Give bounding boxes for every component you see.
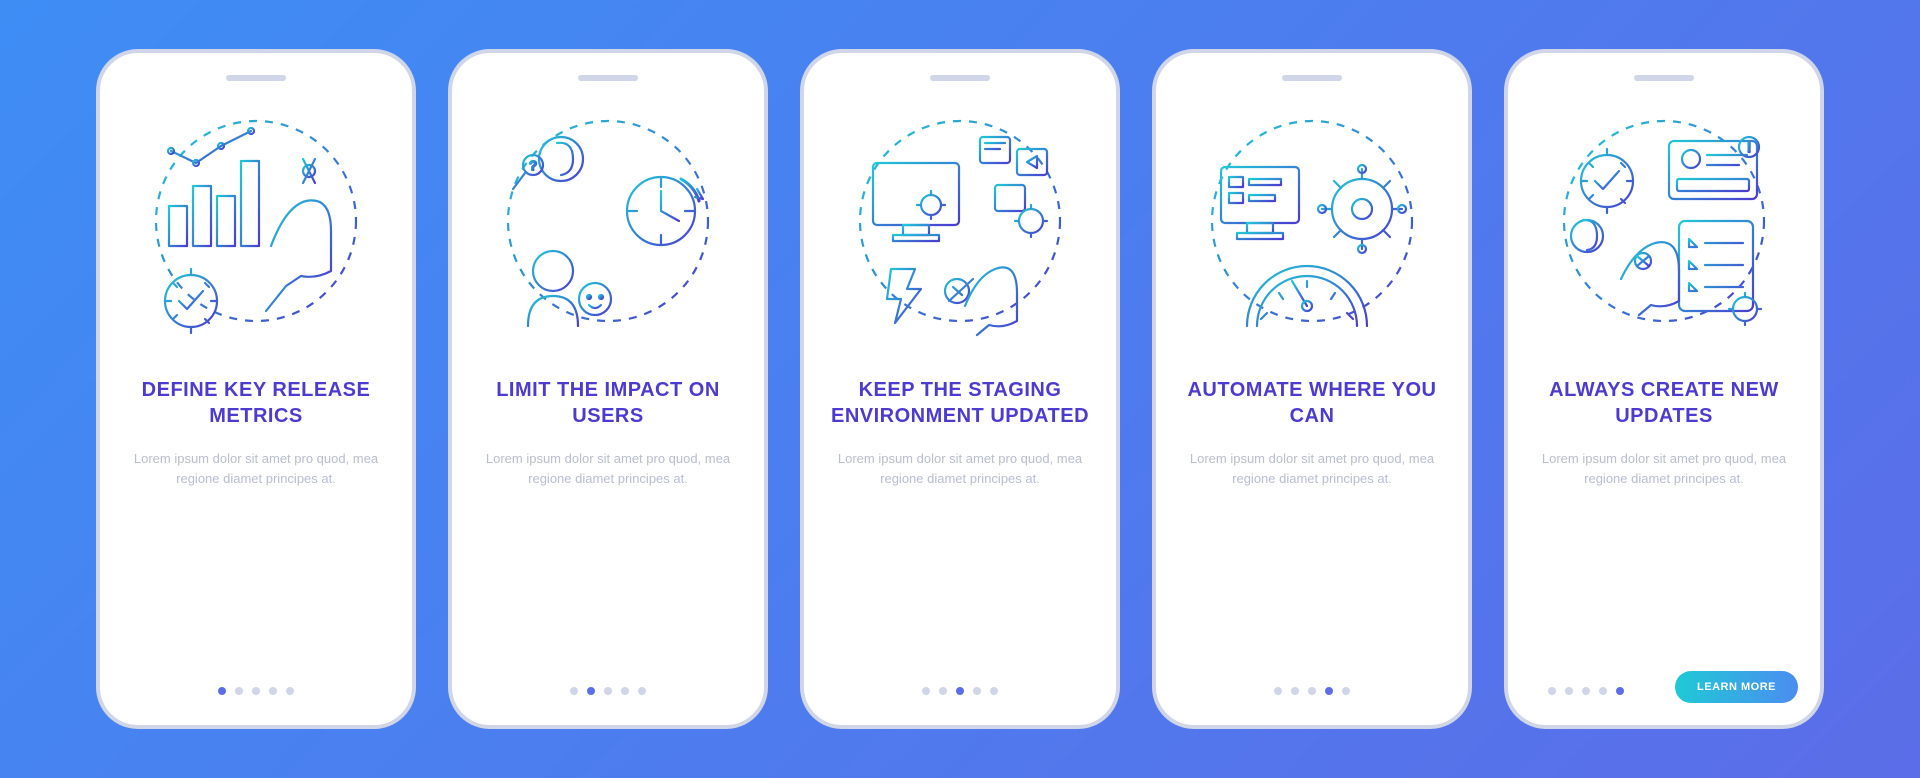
pagination-dots (1274, 687, 1350, 695)
dot[interactable] (218, 687, 226, 695)
dot[interactable] (570, 687, 578, 695)
dot[interactable] (1599, 687, 1607, 695)
dot[interactable] (939, 687, 947, 695)
screen-desc: Lorem ipsum dolor sit amet pro quod, mea… (828, 449, 1092, 489)
onboarding-screen-4: AUTOMATE WHERE YOU CAN Lorem ipsum dolor… (1152, 49, 1472, 729)
onboarding-screen-2: ? LIMIT THE IMPACT ON USERS Lorem ipsum … (448, 49, 768, 729)
pagination-dots (1548, 687, 1624, 695)
dot[interactable] (1308, 687, 1316, 695)
svg-text:!: ! (1747, 140, 1751, 155)
dot[interactable] (1325, 687, 1333, 695)
dot[interactable] (621, 687, 629, 695)
learn-more-button[interactable]: LEARN MORE (1675, 671, 1798, 703)
screen-desc: Lorem ipsum dolor sit amet pro quod, mea… (476, 449, 740, 489)
dot[interactable] (956, 687, 964, 695)
screen-desc: Lorem ipsum dolor sit amet pro quod, mea… (1180, 449, 1444, 489)
dot[interactable] (973, 687, 981, 695)
pagination-dots (570, 687, 646, 695)
users-illustration: ? (483, 101, 733, 361)
dot[interactable] (1274, 687, 1282, 695)
dot[interactable] (587, 687, 595, 695)
screen-title: LIMIT THE IMPACT ON USERS (476, 377, 740, 429)
phone-speaker (1282, 75, 1342, 81)
screen-title: AUTOMATE WHERE YOU CAN (1180, 377, 1444, 429)
onboarding-screen-5: ! ALWAYS CREATE NEW UPDATES Lorem ipsum … (1504, 49, 1824, 729)
metrics-illustration (131, 101, 381, 361)
staging-illustration (835, 101, 1085, 361)
svg-text:?: ? (529, 158, 536, 173)
dot[interactable] (235, 687, 243, 695)
dot[interactable] (1616, 687, 1624, 695)
screen-title: KEEP THE STAGING ENVIRONMENT UPDATED (828, 377, 1092, 429)
screen-desc: Lorem ipsum dolor sit amet pro quod, mea… (124, 449, 388, 489)
dot[interactable] (604, 687, 612, 695)
dot[interactable] (1342, 687, 1350, 695)
pagination-dots (922, 687, 998, 695)
phone-speaker (226, 75, 286, 81)
onboarding-screen-1: DEFINE KEY RELEASE METRICS Lorem ipsum d… (96, 49, 416, 729)
dot[interactable] (990, 687, 998, 695)
dot[interactable] (638, 687, 646, 695)
dot[interactable] (286, 687, 294, 695)
dot[interactable] (922, 687, 930, 695)
onboarding-screen-3: KEEP THE STAGING ENVIRONMENT UPDATED Lor… (800, 49, 1120, 729)
phone-speaker (578, 75, 638, 81)
pagination-dots (218, 687, 294, 695)
screen-title: ALWAYS CREATE NEW UPDATES (1532, 377, 1796, 429)
dot[interactable] (1565, 687, 1573, 695)
dot[interactable] (1291, 687, 1299, 695)
dot[interactable] (252, 687, 260, 695)
dot[interactable] (1548, 687, 1556, 695)
phone-speaker (1634, 75, 1694, 81)
automate-illustration (1187, 101, 1437, 361)
screen-title: DEFINE KEY RELEASE METRICS (124, 377, 388, 429)
screen-desc: Lorem ipsum dolor sit amet pro quod, mea… (1532, 449, 1796, 489)
phone-speaker (930, 75, 990, 81)
dot[interactable] (269, 687, 277, 695)
updates-illustration: ! (1539, 101, 1789, 361)
dot[interactable] (1582, 687, 1590, 695)
